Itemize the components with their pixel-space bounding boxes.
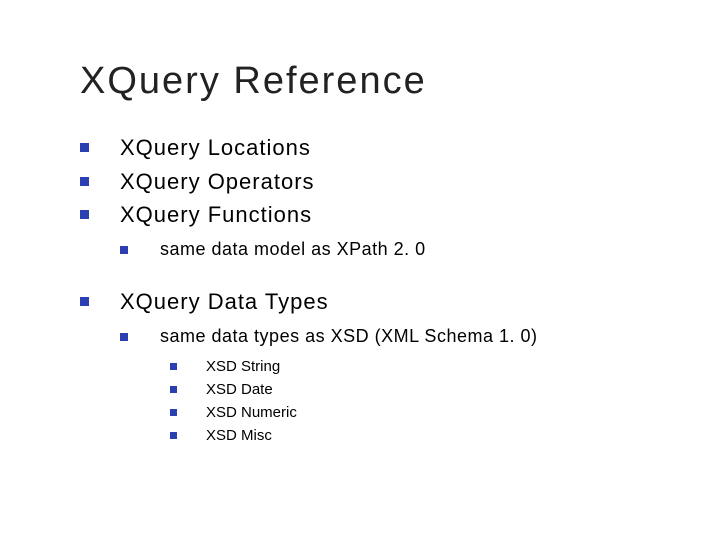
square-bullet-icon — [80, 177, 89, 186]
list-item-label: XQuery Data Types — [120, 289, 329, 314]
list-item: XQuery Locations — [80, 133, 660, 163]
square-bullet-icon — [170, 363, 177, 370]
list-item-label: same data model as XPath 2. 0 — [160, 239, 426, 259]
list-item-label: XSD Misc — [206, 427, 272, 444]
bullet-list: XQuery Locations XQuery Operators XQuery… — [80, 133, 660, 446]
list-item-label: XSD Numeric — [206, 404, 297, 421]
list-item: XSD String — [170, 356, 660, 377]
list-item: same data model as XPath 2. 0 — [120, 236, 660, 263]
square-bullet-icon — [120, 246, 128, 254]
square-bullet-icon — [170, 386, 177, 393]
square-bullet-icon — [120, 333, 128, 341]
list-item-label: XQuery Functions — [120, 202, 312, 227]
square-bullet-icon — [80, 143, 89, 152]
list-item-label: same data types as XSD (XML Schema 1. 0) — [160, 326, 538, 346]
square-bullet-icon — [170, 409, 177, 416]
list-item-label: XSD Date — [206, 381, 273, 398]
list-item-label: XQuery Locations — [120, 135, 311, 160]
slide-title: XQuery Reference — [80, 60, 660, 103]
slide: XQuery Reference XQuery Locations XQuery… — [0, 0, 720, 540]
list-item: XQuery Data Types — [80, 287, 660, 317]
list-item: XQuery Functions — [80, 200, 660, 230]
square-bullet-icon — [80, 210, 89, 219]
spacer — [80, 269, 660, 283]
list-item: XQuery Operators — [80, 167, 660, 197]
list-item-label: XSD String — [206, 358, 280, 375]
square-bullet-icon — [170, 432, 177, 439]
list-item: XSD Misc — [170, 425, 660, 446]
list-item: same data types as XSD (XML Schema 1. 0) — [120, 323, 660, 350]
list-item: XSD Numeric — [170, 402, 660, 423]
square-bullet-icon — [80, 297, 89, 306]
list-item: XSD Date — [170, 379, 660, 400]
list-item-label: XQuery Operators — [120, 169, 315, 194]
